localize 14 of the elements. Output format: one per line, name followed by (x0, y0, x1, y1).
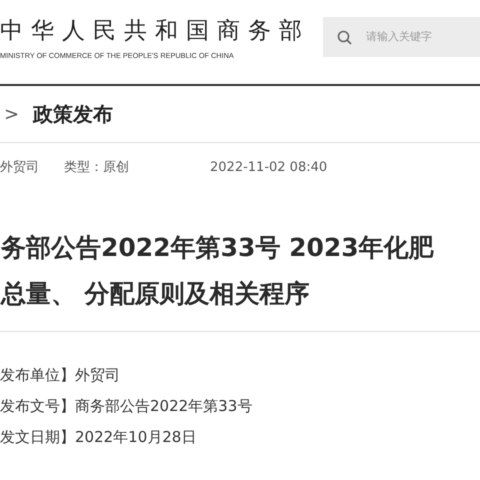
article-title: 务部公告2022年第33号 2023年化肥 (0, 232, 435, 264)
search-input[interactable]: 请输入关键字 (366, 31, 466, 43)
department-label: 外贸司 (0, 159, 40, 176)
section-title[interactable]: 政策发布 (33, 100, 114, 128)
info-line: 发布文号】商务部公告2022年第33号 (0, 396, 254, 416)
search-icon (337, 30, 352, 44)
breadcrumb-separator: > (4, 104, 20, 124)
info-line: 发布单位】外贸司 (0, 365, 121, 385)
info-line: 发文日期】2022年10月28日 (0, 427, 198, 447)
article-title: 总量、 分配原则及相关程序 (0, 278, 311, 310)
type-label: 类型：原创 (64, 159, 130, 176)
site-title: 中华人民共和国商务部 (0, 17, 310, 45)
publish-datetime: 2022-11-02 08:40 (210, 160, 328, 174)
search-bar[interactable]: 请输入关键字 (323, 17, 480, 57)
